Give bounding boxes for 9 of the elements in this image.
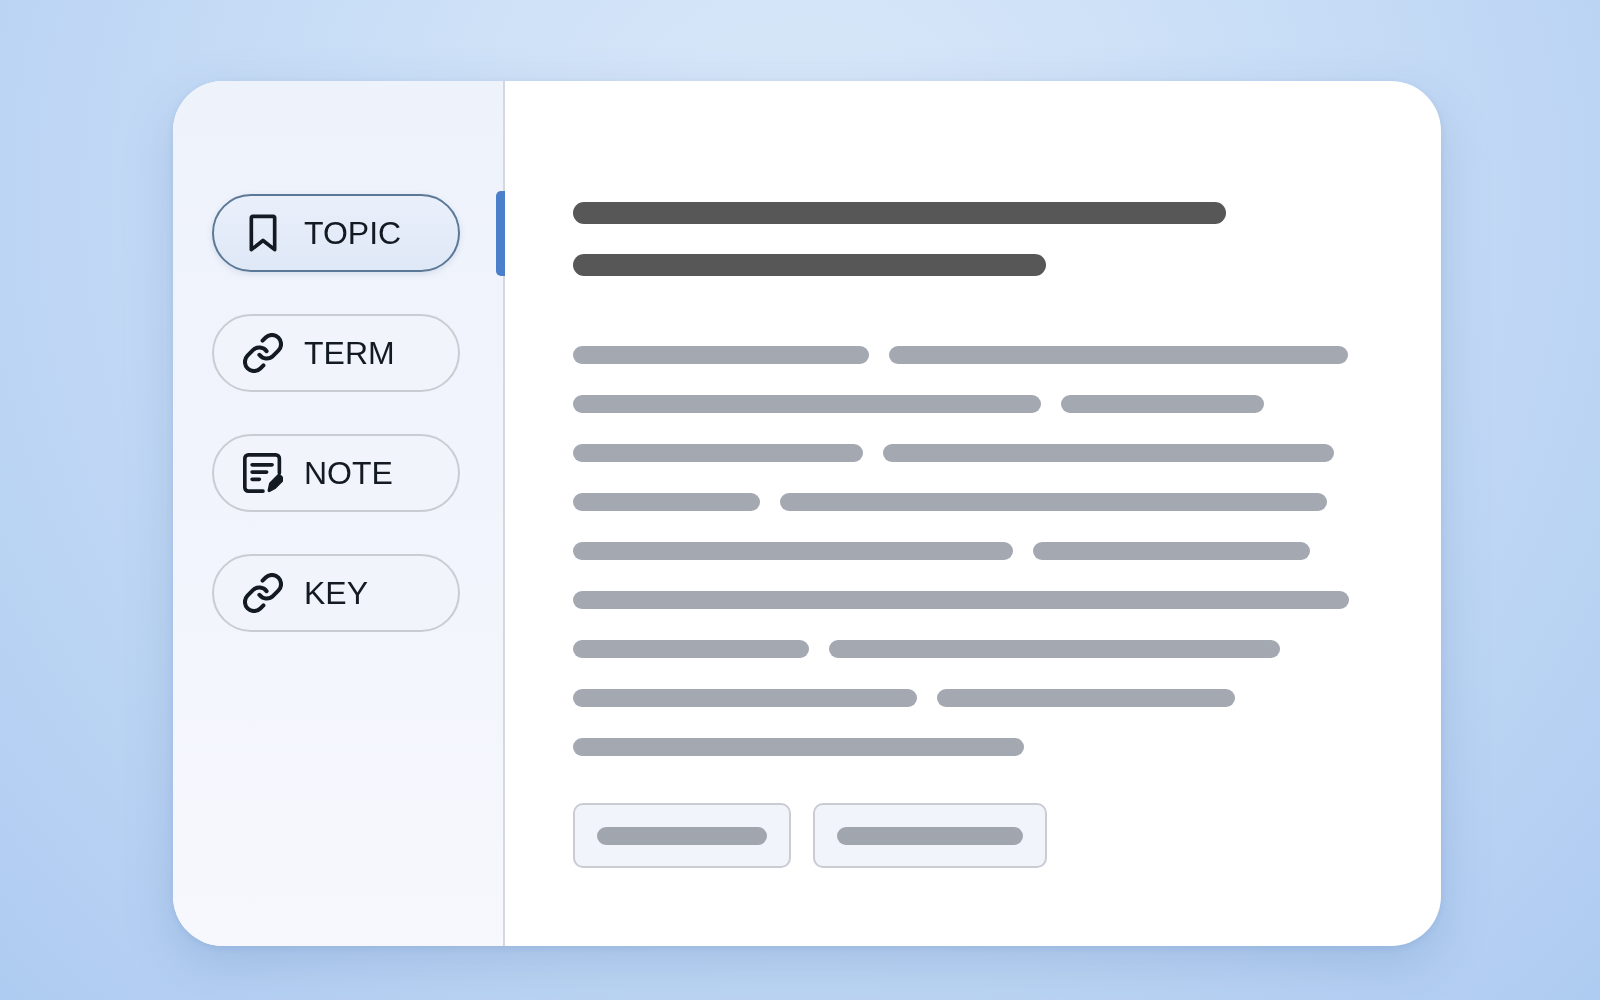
- sidebar-item[interactable]: TOPIC: [212, 194, 460, 272]
- placeholder-button[interactable]: [573, 803, 791, 868]
- link-icon: [243, 573, 283, 613]
- sidebar-item[interactable]: KEY: [212, 554, 460, 632]
- sidebar-item[interactable]: TERM: [212, 314, 460, 392]
- placeholder-button[interactable]: [813, 803, 1047, 868]
- sidebar-item[interactable]: NOTE: [212, 434, 460, 512]
- note-icon: [243, 453, 283, 493]
- link-icon: [243, 333, 283, 373]
